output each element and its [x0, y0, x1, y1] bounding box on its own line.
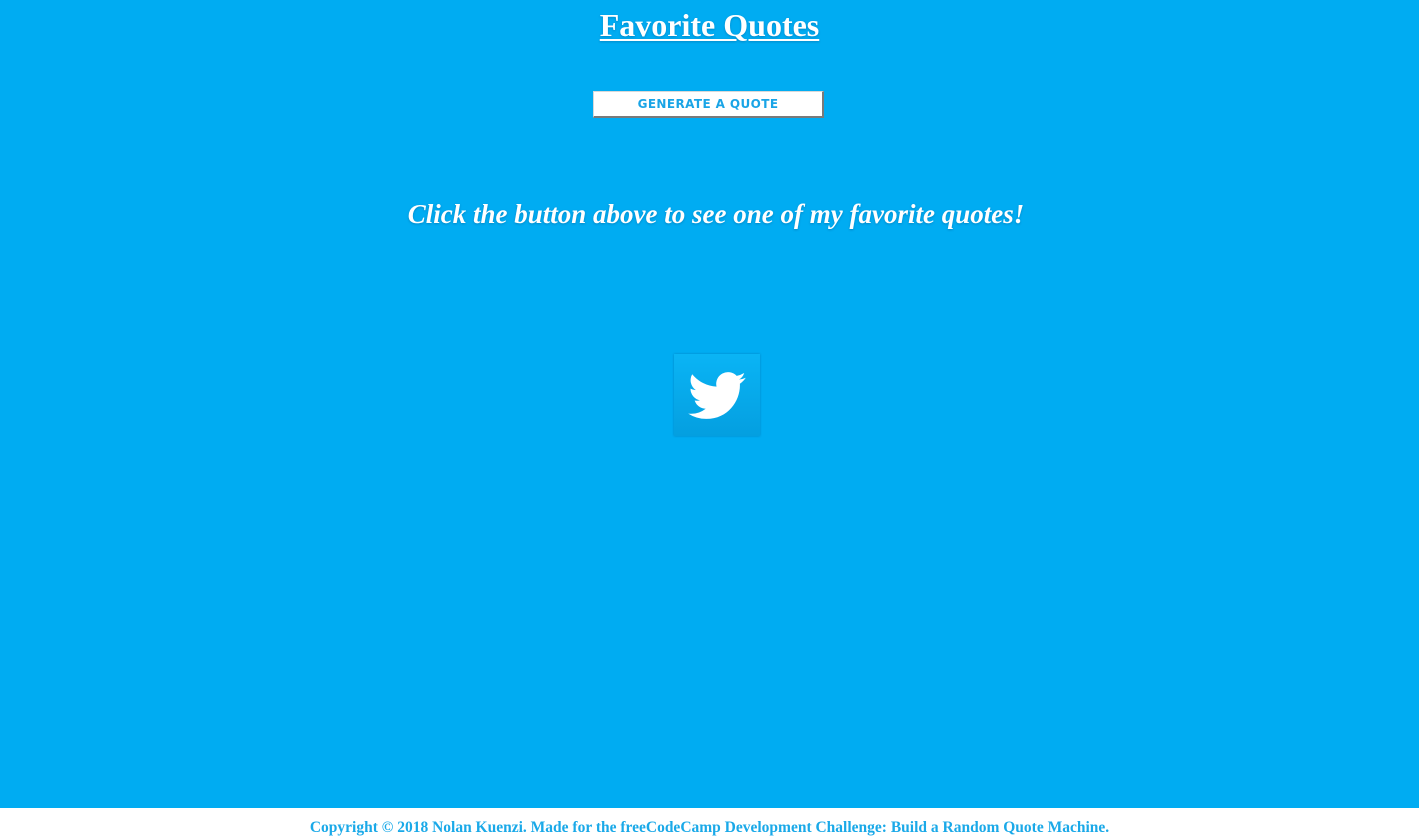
tweet-button[interactable] [674, 354, 760, 436]
quote-prompt: Click the button above to see one of my … [407, 199, 1025, 229]
page-title: Favorite Quotes [599, 7, 820, 43]
copyright-text: Copyright © 2018 Nolan Kuenzi. Made for … [309, 819, 1110, 836]
footer: Copyright © 2018 Nolan Kuenzi. Made for … [0, 808, 1419, 838]
twitter-bird-icon [688, 372, 746, 419]
generate-quote-button[interactable]: GENERATE A QUOTE [593, 91, 824, 118]
main-area: Favorite Quotes GENERATE A QUOTE Click t… [0, 0, 1419, 808]
